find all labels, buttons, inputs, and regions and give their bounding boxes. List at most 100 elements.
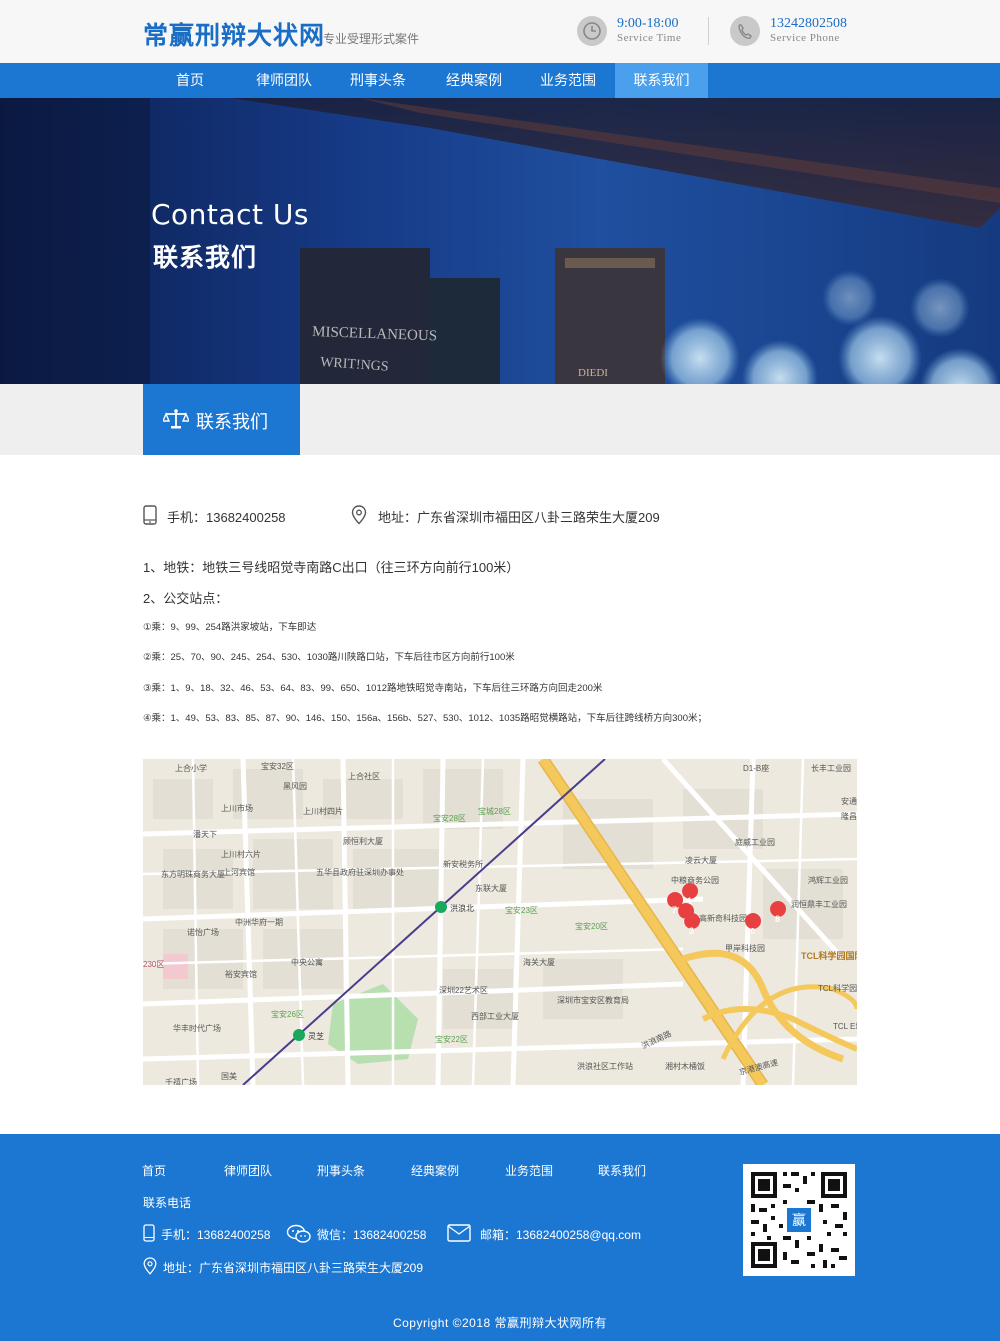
map-label: 宝安23区 (505, 905, 538, 915)
banner-title-en: Contact Us (151, 198, 309, 231)
footer-email-text[interactable]: 邮箱：13682400258@qq.com (480, 1226, 641, 1243)
footer-nav-cases[interactable]: 经典案例 (411, 1162, 459, 1179)
map-label: 230区 (143, 960, 164, 969)
qr-center-logo: 赢 (792, 1212, 806, 1229)
svg-text:3: 3 (689, 926, 694, 936)
contact-address-text: 地址：广东省深圳市福田区八卦三路荣生大厦209 (378, 510, 660, 525)
service-time-block: 9:00-18:00 Service Time (577, 14, 707, 50)
location-pin-icon (351, 505, 367, 525)
nav-item-lawyers[interactable]: 律师团队 (237, 63, 331, 98)
map-label: 润恒鼎丰工业园 (791, 899, 847, 909)
footer-phone-text[interactable]: 手机：13682400258 (161, 1226, 270, 1243)
scale-of-justice-icon (163, 409, 189, 429)
map-label: 上川市场 (221, 803, 253, 813)
map-label: 裕安宾馆 (225, 969, 257, 979)
qr-code: 赢 (743, 1164, 855, 1276)
map-label: 新安税务所 (443, 859, 483, 869)
map-label: 宝安20区 (575, 921, 608, 931)
footer-nav-headlines[interactable]: 刑事头条 (317, 1162, 365, 1179)
footer-nav-lawyers[interactable]: 律师团队 (224, 1162, 272, 1179)
map-label: 鸿辉工业园 (808, 875, 848, 885)
nav-item-services[interactable]: 业务范围 (521, 63, 615, 98)
nav-item-contact[interactable]: 联系我们 (615, 63, 708, 98)
footer-nav-contact[interactable]: 联系我们 (598, 1162, 646, 1179)
footer-email: 邮箱：13682400258@qq.com (447, 1224, 657, 1244)
map-label: 华丰时代广场 (173, 1023, 221, 1033)
subway-directions: 1、地铁：地铁三号线昭觉寺南路C出口（往三环方向前行100米） (143, 560, 520, 575)
map-label: 上河宾馆 (223, 867, 255, 877)
bus-route-4: ④乘：1、49、53、83、85、87、90、146、150、156a、156b… (143, 713, 707, 724)
map-label: 宝安28区 (433, 813, 466, 823)
footer-contact-heading: 联系电话 (143, 1196, 192, 1210)
map-label: 黑风园 (283, 782, 307, 791)
map-label: 国美 (221, 1071, 237, 1081)
map-label: 长丰工业园 (811, 763, 851, 773)
map-label: 洪浪北 (450, 903, 474, 913)
map-label: 顾恒利大厦 (343, 836, 383, 846)
map-label: 千禧广场 (165, 1077, 197, 1085)
mobile-phone-icon (143, 505, 157, 525)
map-label: 西部工业大厦 (471, 1011, 519, 1021)
site-header: 常赢刑辩大状网 专业受理形式案件 9:00-18:00 Service Time… (0, 0, 1000, 63)
map-label: 东联大厦 (475, 883, 507, 893)
map-label: 深圳市宝安区教育局 (557, 995, 629, 1005)
map-label: 上合社区 (348, 771, 380, 781)
service-phone-label: Service Phone (770, 32, 840, 44)
map-label: 洪浪社区工作站 (577, 1061, 633, 1071)
contact-phone-text[interactable]: 手机：13682400258 (167, 507, 286, 526)
map-label: D1-B座 (743, 763, 769, 773)
book-spine-text-3: DIEDI (578, 367, 608, 379)
location-map[interactable]: 上合小学 宝安32区 黑风园 上合社区 宝城28区 D1-B座 长丰工业园 上川… (143, 759, 857, 1085)
map-label: 湘村木桶饭 (665, 1061, 705, 1071)
mobile-phone-icon (143, 1224, 155, 1242)
banner-title-cn: 联系我们 (153, 244, 258, 272)
map-label: 五华县政府驻深圳办事处 (316, 867, 404, 877)
map-label: 宝安22区 (435, 1034, 468, 1044)
location-pin-icon (143, 1257, 157, 1275)
footer-nav-services[interactable]: 业务范围 (505, 1162, 553, 1179)
bus-stops-title: 2、公交站点： (143, 591, 229, 606)
map-label: 海关大厦 (523, 957, 555, 967)
service-time-value: 9:00-18:00 (617, 16, 679, 31)
site-logo[interactable]: 常赢刑辩大状网 (143, 16, 325, 52)
map-label: 高新奇科技园 (699, 913, 747, 923)
nav-item-headlines[interactable]: 刑事头条 (331, 63, 425, 98)
metro-station-icon (435, 901, 447, 913)
svg-text:8: 8 (775, 914, 780, 924)
section-title-bar: 联系我们 (0, 384, 1000, 455)
service-phone-value[interactable]: 13242802508 (770, 16, 847, 32)
footer-wechat: 微信：13682400258 (286, 1224, 436, 1244)
copyright-text: Copyright ©2018 常赢刑辩大状网所有 (392, 1316, 608, 1330)
header-divider (708, 17, 709, 45)
map-label: 潘天下 (193, 829, 217, 839)
map-label: 宝安32区 (261, 761, 294, 771)
nav-item-cases[interactable]: 经典案例 (425, 63, 523, 98)
map-label: 上川村四片 (303, 806, 343, 816)
map-label: TCL科学园国际E城 (801, 950, 857, 961)
map-label: 庭威工业园 (735, 837, 775, 847)
banner-books-image: MISCELLANEOUS WRIT!NGS DIEDI (0, 98, 1000, 384)
bus-route-2: ②乘：25、70、90、245、254、530、1030路川陕路口站，下车后往市… (143, 652, 515, 663)
wechat-icon (286, 1224, 311, 1243)
map-label: 安通 (841, 796, 857, 806)
footer-address-text: 地址：广东省深圳市福田区八卦三路荣生大厦209 (163, 1261, 424, 1275)
map-label: TCL科学园E城F1 (818, 983, 857, 993)
footer-phone: 手机：13682400258 (143, 1224, 283, 1244)
service-phone-block: 13242802508 Service Phone (730, 14, 870, 50)
map-label: 中粮商务公园 (671, 875, 719, 885)
map-canvas: 上合小学 宝安32区 黑风园 上合社区 宝城28区 D1-B座 长丰工业园 上川… (143, 759, 857, 1085)
section-title: 联系我们 (196, 412, 268, 432)
map-label: 上合小学 (175, 763, 207, 773)
map-label: 东方明珠商务大厦 (161, 869, 225, 879)
site-footer: 首页 律师团队 刑事头条 经典案例 业务范围 联系我们 联系电话 手机：1368… (0, 1134, 1000, 1341)
qr-code-image: 赢 (743, 1164, 855, 1276)
map-label: 隆昌路 (841, 811, 857, 821)
footer-nav-home[interactable]: 首页 (142, 1162, 166, 1179)
metro-station-icon (293, 1029, 305, 1041)
map-label: 凌云大厦 (685, 855, 717, 865)
map-label: 上川村六片 (221, 849, 261, 859)
nav-item-home[interactable]: 首页 (143, 63, 237, 98)
map-label: 甲岸科技园 (725, 943, 765, 953)
map-label: TCL E城 (833, 1022, 857, 1031)
main-nav: 首页 律师团队 刑事头条 经典案例 业务范围 联系我们 (0, 63, 1000, 98)
